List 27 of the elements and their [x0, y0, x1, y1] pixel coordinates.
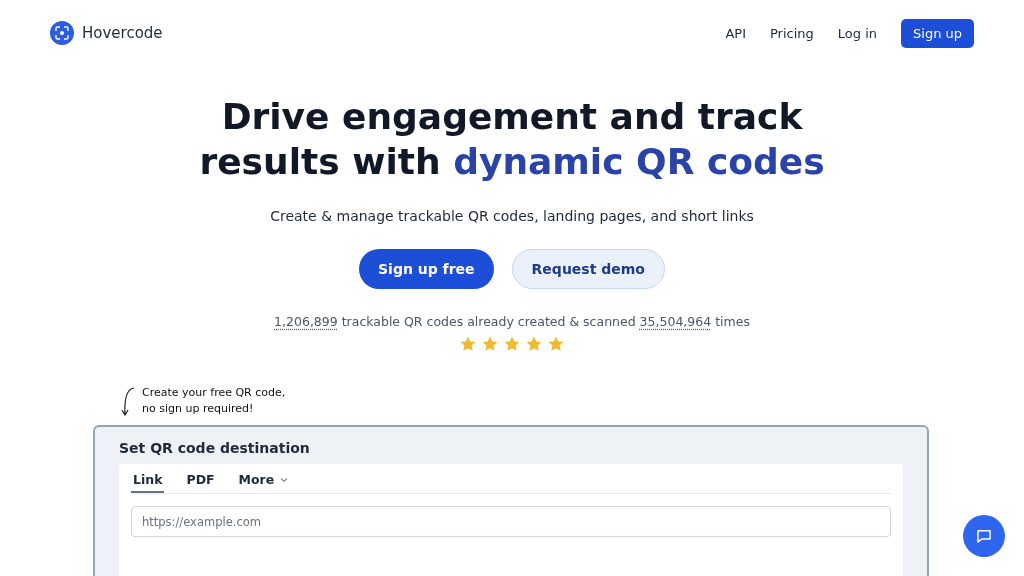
url-input-field[interactable]: https://example.com [131, 506, 891, 537]
star-icon [525, 335, 543, 353]
star-icon [481, 335, 499, 353]
star-icon [459, 335, 477, 353]
nav-link[interactable]: API [725, 25, 746, 41]
callout-text: no sign up required! [142, 401, 255, 417]
tab[interactable]: PDF [184, 470, 217, 493]
stats-text: 1,206,899 trackable QR codes already created & scanned 35,504,964 times [273, 314, 751, 329]
nav-link[interactable]: Pricing [770, 25, 814, 41]
chat-icon [975, 527, 993, 545]
chat-button[interactable] [963, 515, 1005, 557]
brand-name[interactable]: Hovercode [82, 24, 163, 42]
sign-up-button[interactable]: Sign up [901, 18, 974, 48]
headline: Drive engagement and track results with dynamic QR codes [198, 95, 826, 184]
sign-up-free-button[interactable]: Sign up free [359, 249, 494, 289]
tab[interactable]: More [236, 470, 291, 493]
star-icon [547, 335, 565, 353]
nav-link[interactable]: Log in [837, 25, 877, 41]
curved-arrow-icon [120, 385, 136, 417]
chevron-down-icon [280, 476, 289, 483]
tab[interactable]: Link [131, 470, 165, 493]
logo-icon [50, 21, 74, 45]
star-icon [503, 335, 521, 353]
callout-text: Create your free QR code, [142, 385, 286, 401]
request-demo-button[interactable]: Request demo [511, 249, 665, 289]
subtitle: Create & manage trackable QR codes, landing pages, and short links [269, 208, 755, 224]
card-title: Set QR code destination [119, 440, 311, 456]
